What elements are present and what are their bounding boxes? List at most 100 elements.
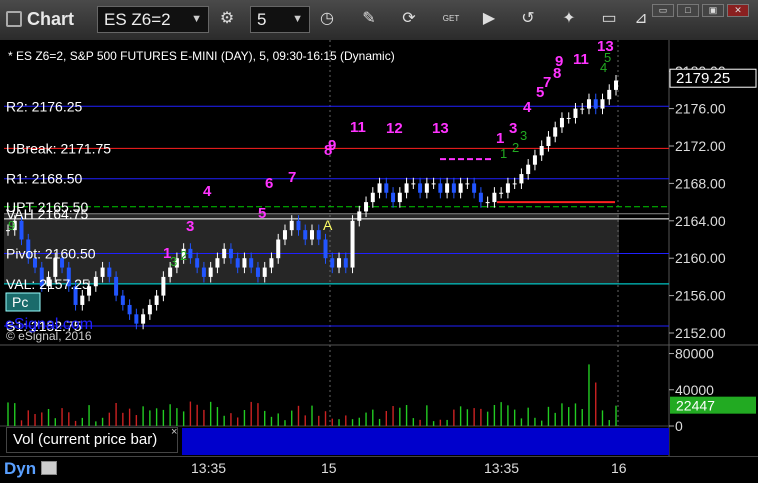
interval-field[interactable]: 5 ▼ (250, 6, 310, 33)
close-icon[interactable]: × (171, 426, 177, 438)
candle-body (235, 258, 240, 268)
price-chart[interactable]: R2: 2176.25UBreak: 2171.75R1: 2168.50UPT… (0, 40, 758, 456)
close-icon[interactable]: ✕ (727, 4, 749, 17)
price-tick-label: 2176.00 (675, 101, 726, 117)
candle-body (397, 192, 402, 203)
candle-body (269, 258, 274, 268)
candle-body (343, 258, 348, 268)
candle-body (370, 192, 375, 203)
candle-body (411, 183, 416, 185)
candle-body (553, 127, 558, 137)
candle-body (391, 192, 396, 203)
candle-body (512, 183, 517, 185)
candle-body (276, 239, 281, 259)
get-icon[interactable]: GET (440, 8, 462, 30)
setup-count: 9 (328, 137, 336, 154)
level-label: R1: 2168.50 (6, 171, 82, 187)
level-label: Pivot: 2160.50 (6, 246, 96, 262)
candle-body (559, 117, 564, 128)
candle-body (80, 295, 85, 305)
refresh-icon[interactable]: ⟳ (398, 8, 420, 30)
candle-body (242, 258, 247, 268)
price-tick-label: 2156.00 (675, 288, 726, 304)
candle-body (303, 230, 308, 240)
candle-body (499, 192, 504, 194)
chevron-down-icon[interactable]: ▼ (292, 7, 303, 32)
minimize-icon[interactable]: ▭ (652, 4, 674, 17)
settings-icon[interactable]: ⚙ (216, 8, 238, 30)
green-count: 3 (520, 128, 527, 143)
volume-study-label[interactable]: Vol (current price bar) (6, 427, 178, 453)
candle-body (438, 183, 443, 193)
dynamic-label[interactable]: Dyn (4, 459, 36, 479)
candle-body (573, 108, 578, 118)
level-label: VAH 2164.75 (6, 206, 88, 222)
chevron-down-icon[interactable]: ▼ (191, 7, 202, 32)
candle-body (282, 230, 287, 240)
candle-body (478, 192, 483, 203)
candle-body (141, 314, 146, 324)
candle-body (539, 146, 544, 156)
pencil-icon[interactable]: ✎ (358, 8, 380, 30)
setup-count: 11 (350, 119, 366, 136)
setup-count: 7 (543, 74, 551, 91)
play-icon[interactable]: ▶ (478, 8, 500, 30)
candle-body (120, 295, 125, 305)
candle-body (215, 258, 220, 268)
level-label: R2: 2176.25 (6, 98, 82, 114)
candle-body (532, 155, 537, 165)
candle-body (195, 258, 200, 268)
candle-body (127, 304, 132, 315)
candle-body (114, 276, 119, 296)
candle-body (107, 267, 112, 277)
candle-body (593, 99, 598, 109)
chat-icon[interactable]: ▭ (598, 8, 620, 30)
candle-body (566, 117, 571, 119)
candle-body (154, 295, 159, 305)
candle-body (255, 267, 260, 277)
candle-body (134, 314, 139, 324)
candle-body (614, 80, 618, 90)
setup-count: 7 (288, 169, 296, 186)
level-label: UBreak: 2171.75 (6, 140, 111, 156)
session-icon[interactable] (41, 461, 57, 475)
candle-body (93, 276, 98, 287)
time-tick: 15 (321, 460, 337, 476)
link-icon[interactable]: ↺ (517, 8, 539, 30)
setup-count: 5 (258, 205, 266, 222)
symbol-field[interactable]: ES Z6=2 ▼ (97, 6, 209, 33)
setup-count: 1 (496, 130, 504, 147)
maximize-icon[interactable]: ▣ (702, 4, 724, 17)
left-badge-text: Pc (12, 294, 28, 310)
candle-body (350, 220, 355, 268)
candle-body (19, 220, 24, 240)
setup-count: 6 (265, 175, 273, 192)
candle-body (404, 183, 409, 193)
candle-body (100, 267, 105, 277)
candle-body (445, 183, 450, 193)
restore-icon[interactable]: □ (677, 4, 699, 17)
level-label: VAL: 2157.25 (6, 276, 90, 292)
volume-tick-label: 40000 (675, 382, 714, 398)
setup-count: 3 (509, 120, 517, 137)
candle-body (519, 174, 524, 184)
candle-body (330, 258, 335, 268)
candle-body (377, 183, 382, 193)
clock-icon[interactable]: ◷ (316, 8, 338, 30)
candle-body (296, 220, 301, 231)
price-tick-label: 2172.00 (675, 138, 726, 154)
candle-body (465, 183, 470, 185)
candle-body (228, 248, 233, 259)
pin-icon[interactable]: ⊿ (630, 8, 652, 30)
green-count: 2 (180, 248, 187, 263)
candle-body (316, 230, 321, 240)
candle-body (364, 202, 369, 212)
green-count: 2 (512, 140, 519, 155)
candle-body (418, 183, 423, 193)
green-count: 5 (604, 50, 611, 65)
chart-window-icon (6, 11, 22, 27)
candle-body (458, 183, 463, 193)
candle-body (580, 108, 585, 110)
comment-icon[interactable]: ✦ (558, 8, 580, 30)
setup-count: 11 (573, 51, 589, 68)
